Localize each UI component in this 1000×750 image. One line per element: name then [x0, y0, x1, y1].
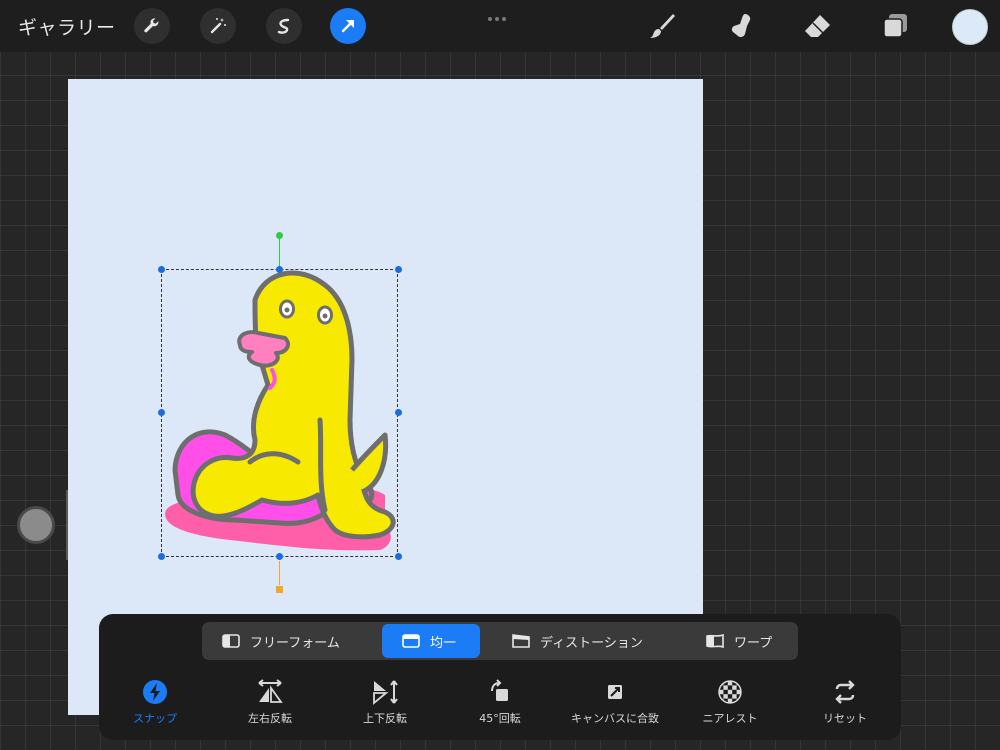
- mode-uniform[interactable]: 均一: [382, 624, 480, 658]
- transform-mode-bar: フリーフォーム 均一 ディストーション ワープ: [202, 622, 798, 660]
- transform-bounding-box[interactable]: [161, 269, 398, 557]
- handle-bottom[interactable]: [276, 553, 283, 560]
- flip-vertical-icon: [373, 680, 398, 705]
- rotate-45-button[interactable]: 45°回転: [445, 678, 555, 726]
- nearest-button[interactable]: ニアレスト: [675, 678, 785, 726]
- warp-icon: [706, 634, 724, 648]
- flip-vertical-label: 上下反転: [363, 712, 407, 725]
- transform-tools: スナップ 左右反転 上下反転 45°回転 キャンバスに合致 ニアレスト リセット: [99, 678, 901, 732]
- distort-icon: [512, 634, 530, 648]
- transform-panel: フリーフォーム 均一 ディストーション ワープ スナップ 左右反転 上下反転 4…: [99, 614, 901, 740]
- reset-button[interactable]: リセット: [790, 678, 900, 726]
- mode-warp[interactable]: ワープ: [706, 624, 796, 658]
- rotation-handle-line: [279, 238, 280, 269]
- fit-canvas-icon: [608, 685, 622, 699]
- handle-top-left[interactable]: [158, 266, 165, 273]
- pivot-handle[interactable]: [276, 586, 283, 593]
- handle-top-right[interactable]: [395, 266, 402, 273]
- snap-button[interactable]: スナップ: [100, 678, 210, 726]
- uniform-icon: [402, 634, 420, 648]
- flip-vertical-button[interactable]: 上下反転: [330, 678, 440, 726]
- fit-canvas-button[interactable]: キャンバスに合致: [560, 678, 670, 726]
- mode-uniform-label: 均一: [430, 635, 457, 651]
- mode-freeform-label: フリーフォーム: [250, 635, 340, 651]
- mode-distort[interactable]: ディストーション: [512, 624, 672, 658]
- snap-label: スナップ: [133, 712, 177, 725]
- flip-horizontal-button[interactable]: 左右反転: [215, 678, 325, 726]
- mode-warp-label: ワープ: [734, 635, 773, 651]
- mode-freeform[interactable]: フリーフォーム: [222, 624, 362, 658]
- handle-bottom-left[interactable]: [158, 553, 165, 560]
- reset-label: リセット: [823, 712, 867, 725]
- rotation-handle[interactable]: [276, 232, 283, 239]
- rotate-icon: [491, 679, 508, 701]
- flip-horizontal-label: 左右反転: [248, 712, 292, 725]
- pivot-line: [279, 561, 280, 585]
- fit-canvas-label: キャンバスに合致: [571, 712, 659, 725]
- freeform-icon: [222, 634, 240, 648]
- handle-left[interactable]: [158, 409, 165, 416]
- reset-icon: [835, 680, 855, 704]
- handle-right[interactable]: [395, 409, 402, 416]
- lightning-icon: [143, 680, 167, 704]
- checker-icon: [718, 680, 742, 704]
- nearest-label: ニアレスト: [702, 712, 758, 725]
- rotate-45-label: 45°回転: [479, 712, 521, 725]
- mode-distort-label: ディストーション: [540, 635, 643, 651]
- handle-top[interactable]: [276, 266, 283, 273]
- flip-horizontal-icon: [258, 679, 283, 703]
- handle-bottom-right[interactable]: [395, 553, 402, 560]
